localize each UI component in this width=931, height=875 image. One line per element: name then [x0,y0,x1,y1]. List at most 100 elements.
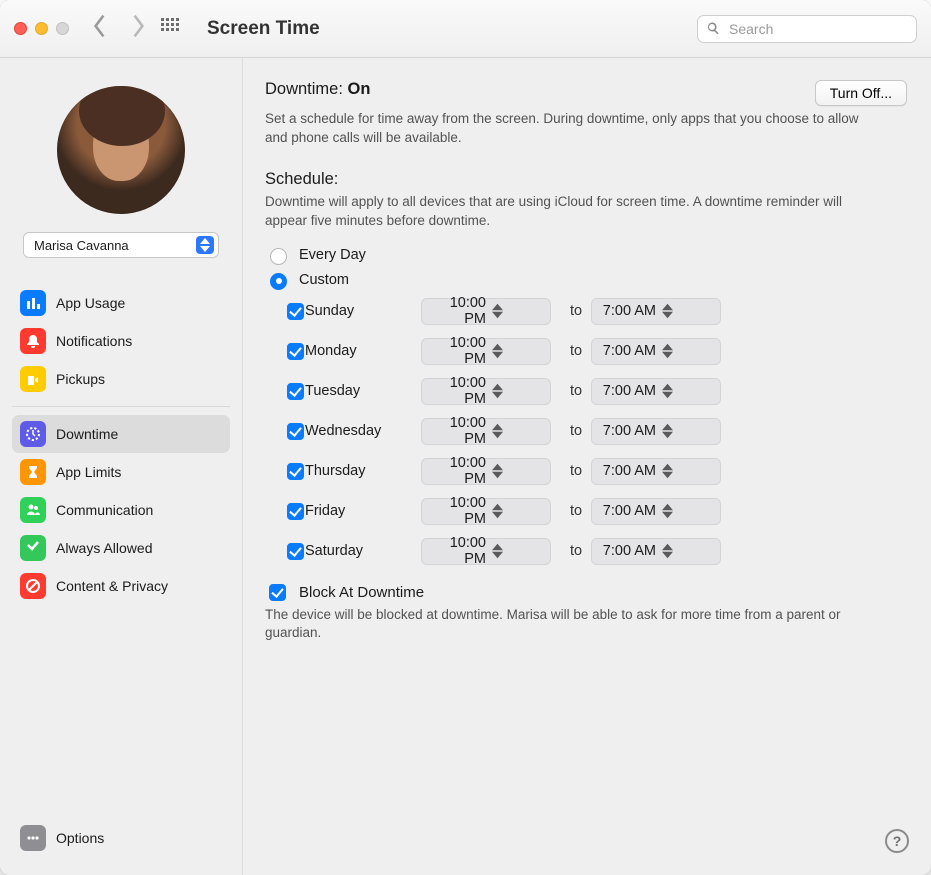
day-checkbox-tuesday[interactable] [287,383,304,400]
day-checkbox-thursday[interactable] [287,463,304,480]
back-button[interactable] [91,13,108,44]
user-select[interactable]: Marisa Cavanna [23,232,219,258]
block-description: The device will be blocked at downtime. … [265,606,865,644]
toolbar-search[interactable] [697,15,917,43]
turn-off-button[interactable]: Turn Off... [815,80,907,106]
fullscreen-window-disabled [56,22,69,35]
day-label: Sunday [305,303,421,319]
stepper-icon[interactable] [662,423,716,439]
sidebar-item-label: Content & Privacy [56,578,168,594]
sidebar-item-content-privacy[interactable]: Content & Privacy [12,567,230,605]
stepper-icon[interactable] [662,303,716,319]
stepper-icon[interactable] [492,383,546,399]
sidebar-item-pickups[interactable]: Pickups [12,360,230,398]
every-day-radio[interactable] [270,248,287,265]
schedule-heading: Schedule: [265,170,907,189]
sidebar-item-notifications[interactable]: Notifications [12,322,230,360]
window-title: Screen Time [207,18,320,40]
downtime-description: Set a schedule for time away from the sc… [265,110,865,148]
bar-chart-icon [20,290,46,316]
hourglass-icon [20,459,46,485]
to-label: to [561,423,591,439]
day-checkbox-wednesday[interactable] [287,423,304,440]
sidebar-item-label: Communication [56,502,153,518]
sidebar-item-communication[interactable]: Communication [12,491,230,529]
stepper-icon[interactable] [662,503,716,519]
window-controls [14,22,69,35]
start-time-value: 10:00 PM [432,415,486,447]
sidebar-divider [12,406,230,407]
titlebar: Screen Time [0,0,931,58]
close-window[interactable] [14,22,27,35]
days-grid: Sunday10:00 PMto7:00 AMMonday10:00 PMto7… [283,298,907,565]
start-time-value: 10:00 PM [432,335,486,367]
stepper-icon[interactable] [662,543,716,559]
sidebar-item-label: App Usage [56,295,125,311]
start-time-wednesday[interactable]: 10:00 PM [421,418,551,445]
day-checkbox-sunday[interactable] [287,303,304,320]
minimize-window[interactable] [35,22,48,35]
day-checkbox-monday[interactable] [287,343,304,360]
forward-button[interactable] [130,13,147,44]
sidebar-item-app-limits[interactable]: App Limits [12,453,230,491]
stepper-icon[interactable] [492,503,546,519]
to-label: to [561,303,591,319]
stepper-icon[interactable] [662,343,716,359]
search-input[interactable] [727,20,912,38]
help-button[interactable]: ? [885,829,909,853]
end-time-value: 7:00 AM [602,383,656,399]
start-time-value: 10:00 PM [432,455,486,487]
to-label: to [561,543,591,559]
hand-icon [20,366,46,392]
status-value: On [348,80,371,98]
user-select-label: Marisa Cavanna [34,238,129,253]
end-time-saturday[interactable]: 7:00 AM [591,538,721,565]
radio-every-day[interactable]: Every Day [265,245,907,265]
start-time-value: 10:00 PM [432,535,486,567]
end-time-wednesday[interactable]: 7:00 AM [591,418,721,445]
stepper-icon[interactable] [662,383,716,399]
sidebar-item-always-allowed[interactable]: Always Allowed [12,529,230,567]
sidebar-item-downtime[interactable]: Downtime [12,415,230,453]
custom-label: Custom [299,272,349,288]
block-at-downtime-row[interactable]: Block At Downtime [265,581,907,604]
sidebar-item-label: Options [56,830,104,846]
day-label: Monday [305,343,421,359]
no-sign-icon [20,573,46,599]
bell-icon [20,328,46,354]
radio-custom[interactable]: Custom [265,270,907,290]
start-time-tuesday[interactable]: 10:00 PM [421,378,551,405]
start-time-sunday[interactable]: 10:00 PM [421,298,551,325]
end-time-tuesday[interactable]: 7:00 AM [591,378,721,405]
user-avatar[interactable] [57,86,185,214]
end-time-sunday[interactable]: 7:00 AM [591,298,721,325]
stepper-icon[interactable] [492,423,546,439]
stepper-icon[interactable] [492,463,546,479]
end-time-thursday[interactable]: 7:00 AM [591,458,721,485]
day-checkbox-friday[interactable] [287,503,304,520]
sidebar-item-label: App Limits [56,464,121,480]
day-checkbox-saturday[interactable] [287,543,304,560]
end-time-monday[interactable]: 7:00 AM [591,338,721,365]
stepper-icon[interactable] [662,463,716,479]
end-time-friday[interactable]: 7:00 AM [591,498,721,525]
sidebar-item-app-usage[interactable]: App Usage [12,284,230,322]
sidebar-item-options[interactable]: Options [12,819,230,857]
start-time-thursday[interactable]: 10:00 PM [421,458,551,485]
stepper-icon[interactable] [492,343,546,359]
start-time-value: 10:00 PM [432,495,486,527]
stepper-icon[interactable] [492,543,546,559]
sidebar-item-label: Downtime [56,426,118,442]
apps-grid-icon[interactable] [161,18,179,39]
stepper-icon[interactable] [492,303,546,319]
custom-radio[interactable] [270,273,287,290]
sidebar-item-label: Always Allowed [56,540,153,556]
start-time-monday[interactable]: 10:00 PM [421,338,551,365]
start-time-saturday[interactable]: 10:00 PM [421,538,551,565]
block-at-downtime-checkbox[interactable] [269,584,286,601]
ellipsis-icon [20,825,46,851]
sidebar-item-label: Pickups [56,371,105,387]
day-label: Wednesday [305,423,421,439]
start-time-friday[interactable]: 10:00 PM [421,498,551,525]
main-content: Downtime: On Turn Off... Set a schedule … [243,58,931,875]
